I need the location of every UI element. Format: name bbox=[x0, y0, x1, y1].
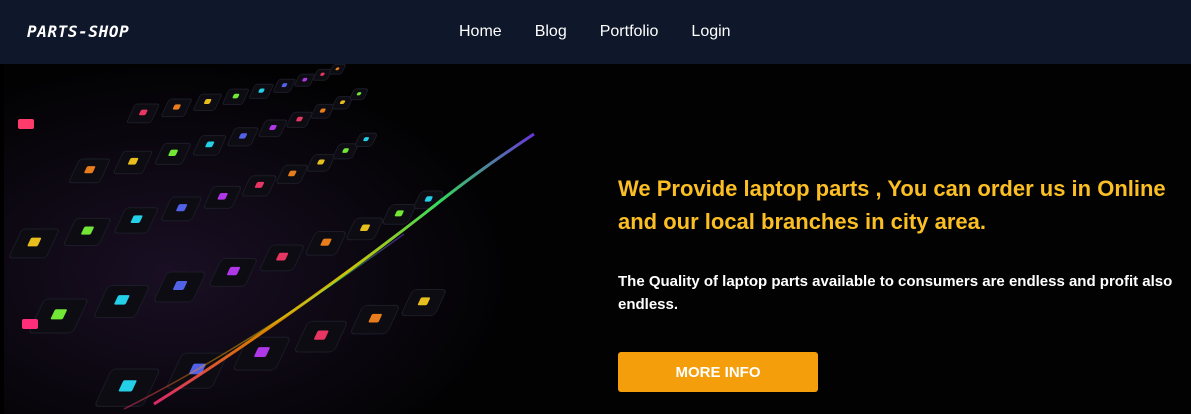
nav-link-portfolio[interactable]: Portfolio bbox=[600, 22, 659, 42]
key-glow bbox=[18, 119, 34, 129]
hero-section: We Provide laptop parts , You can order … bbox=[4, 64, 1191, 414]
hero-headline: We Provide laptop parts , You can order … bbox=[618, 176, 1166, 234]
top-navbar: PARTS-SHOP Home Blog Portfolio Login bbox=[0, 0, 1191, 64]
more-info-button[interactable]: MORE INFO bbox=[618, 352, 818, 392]
hero-subtext: The Quality of laptop parts available to… bbox=[618, 273, 1173, 313]
nav-link-blog[interactable]: Blog bbox=[535, 22, 567, 42]
nav-link-login[interactable]: Login bbox=[691, 22, 730, 42]
keyboard-image bbox=[4, 64, 564, 414]
key-glow bbox=[22, 319, 38, 329]
nav-links: Home Blog Portfolio Login bbox=[459, 22, 731, 42]
nav-link-home[interactable]: Home bbox=[459, 22, 502, 42]
brand-logo[interactable]: PARTS-SHOP bbox=[27, 22, 129, 41]
